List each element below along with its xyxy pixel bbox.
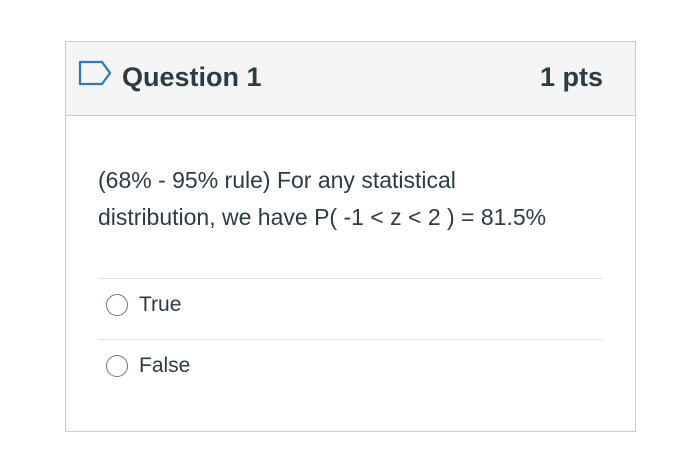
radio-button[interactable] — [106, 294, 128, 316]
answer-option-true[interactable]: True — [106, 292, 406, 322]
answer-label: True — [139, 293, 182, 316]
flag-icon[interactable] — [78, 60, 112, 86]
answer-divider — [98, 339, 603, 340]
question-text: (68% - 95% rule) For any statistical dis… — [98, 162, 608, 236]
question-text-line: distribution, we have P( -1 < z < 2 ) = … — [98, 204, 547, 230]
answer-label: False — [139, 354, 191, 377]
question-header: Question 1 1 pts — [66, 42, 635, 116]
question-text-line: (68% - 95% rule) For any statistical — [98, 167, 456, 193]
radio-button[interactable] — [106, 355, 128, 377]
question-card: Question 1 1 pts (68% - 95% rule) For an… — [65, 41, 636, 432]
question-title: Question 1 — [122, 62, 262, 92]
answer-option-false[interactable]: False — [106, 353, 406, 383]
question-points: 1 pts — [539, 62, 603, 92]
answer-divider — [98, 278, 603, 279]
